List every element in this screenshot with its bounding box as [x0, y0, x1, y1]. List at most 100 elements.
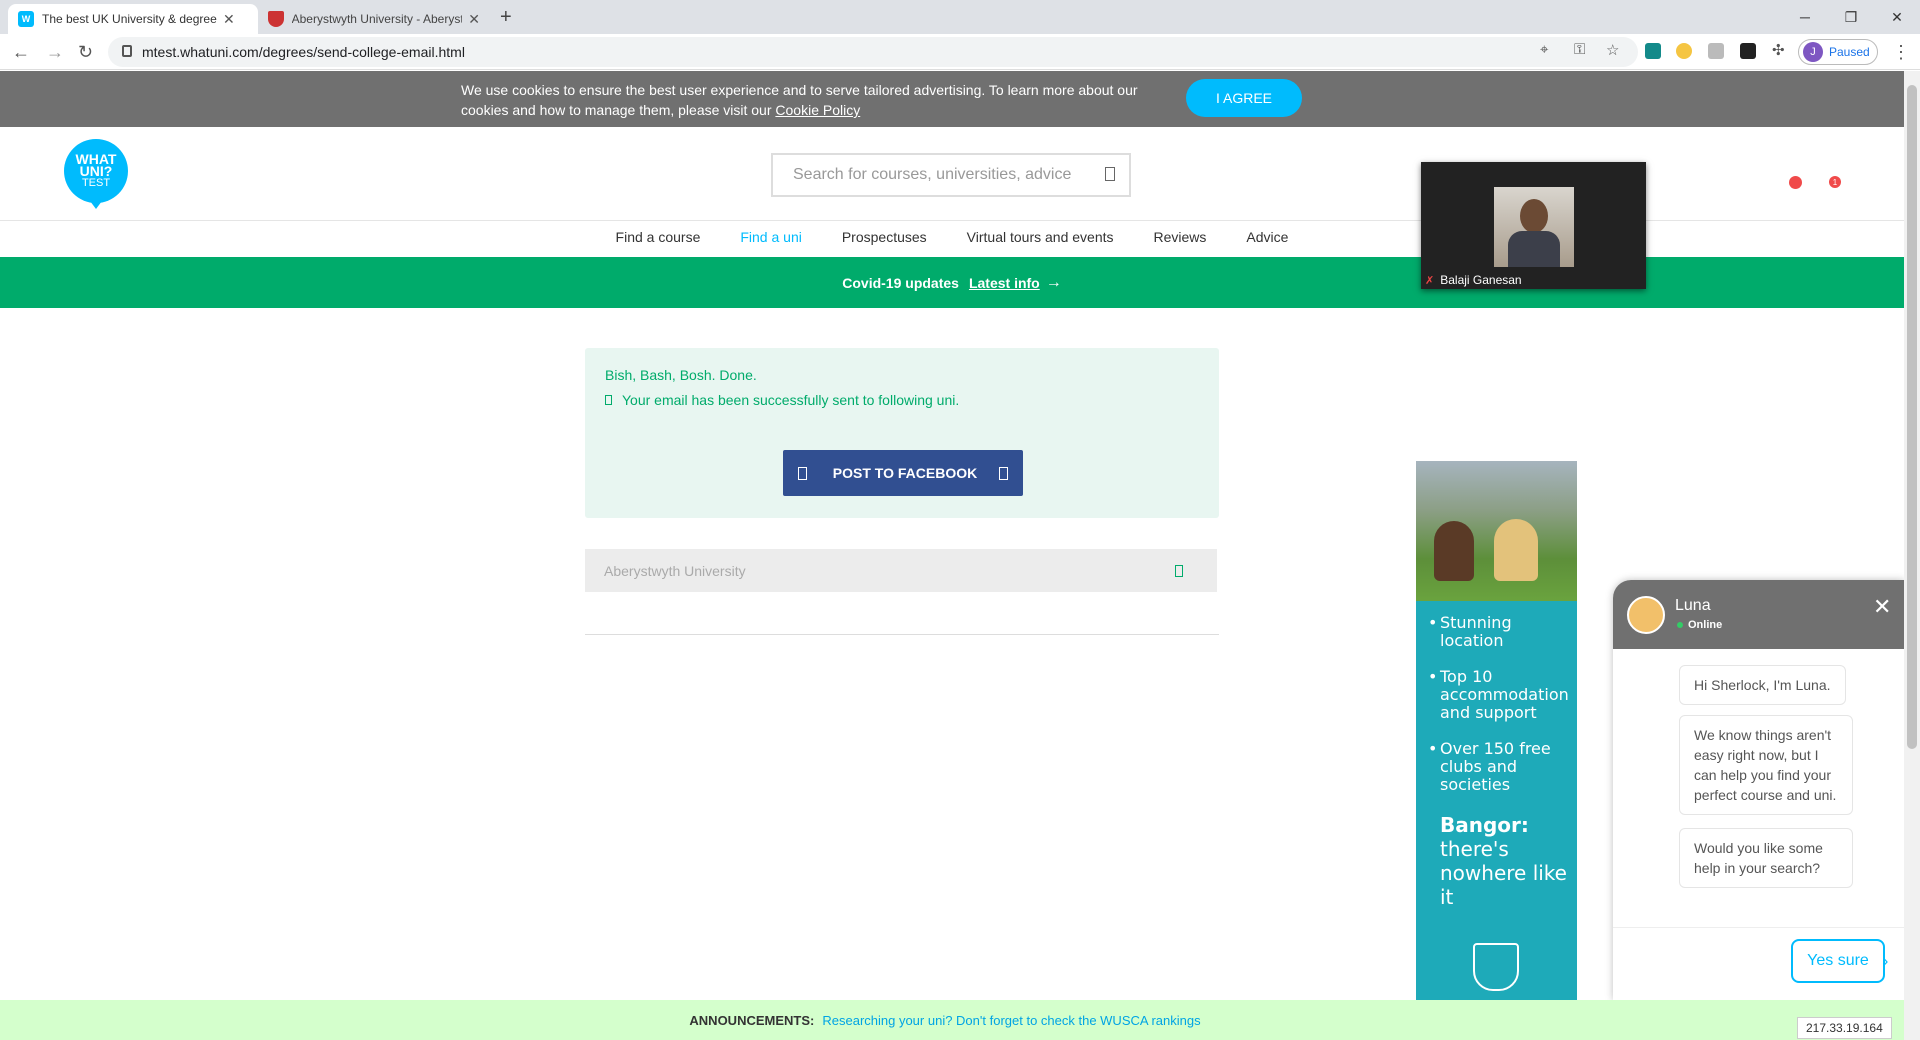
ad-tagline-bold: Bangor: [1440, 813, 1529, 837]
cookie-banner: We use cookies to ensure the best user e… [0, 71, 1904, 127]
success-message-text: Your email has been successfully sent to… [622, 392, 960, 408]
ad-bullet: Stunning location [1428, 614, 1577, 650]
uni-row-icon[interactable] [1175, 565, 1183, 577]
restore-icon[interactable]: ❐ [1828, 0, 1874, 34]
new-tab-icon[interactable]: + [500, 6, 512, 29]
announcement-bar: ANNOUNCEMENTS: Researching your uni? Don… [0, 1000, 1904, 1040]
chat-status-text: Online [1688, 619, 1723, 631]
nav-advice[interactable]: Advice [1236, 221, 1298, 259]
page-scrollbar[interactable] [1904, 71, 1920, 1040]
tab-title: Aberystwyth University - Aberyst [291, 12, 463, 26]
browser-tab-bar: W The best UK University & degree ✕ Aber… [0, 0, 1920, 34]
luna-avatar [1627, 596, 1665, 634]
chat-header: Luna Online ✕ [1613, 580, 1904, 649]
wusca-link[interactable]: Researching your uni? Don't forget to ch… [822, 1013, 1200, 1028]
browser-menu-icon[interactable]: ⋮ [1892, 42, 1910, 63]
close-tab-icon[interactable]: ✕ [468, 11, 480, 28]
tab-title: The best UK University & degree [42, 12, 217, 26]
extensions-puzzle-icon[interactable]: ✣ [1772, 41, 1785, 59]
logo-line: UNI? [79, 163, 113, 179]
chat-widget: Luna Online ✕ Hi Sherlock, I'm Luna. We … [1613, 580, 1904, 1000]
tab-aberystwyth[interactable]: Aberystwyth University - Aberyst ✕ [258, 4, 490, 34]
nav-prospectuses[interactable]: Prospectuses [832, 221, 937, 259]
agree-button[interactable]: I AGREE [1186, 79, 1302, 117]
chat-message: Hi Sherlock, I'm Luna. [1679, 665, 1846, 705]
facebook-label: POST TO FACEBOOK [832, 465, 978, 481]
extension-2-icon[interactable] [1676, 43, 1692, 59]
profile-status: Paused [1829, 45, 1870, 59]
ad-person [1494, 519, 1538, 581]
participant-body [1508, 231, 1560, 267]
uni-row[interactable]: Aberystwyth University [585, 549, 1217, 592]
location-icon[interactable]: ⌖ [1540, 41, 1548, 58]
video-call-overlay[interactable]: ✗ Balaji Ganesan [1421, 162, 1646, 289]
uni-name: Aberystwyth University [604, 562, 746, 579]
tab-whatuni[interactable]: W The best UK University & degree ✕ [8, 4, 258, 34]
participant-label: ✗ Balaji Ganesan [1425, 273, 1522, 287]
avatar: J [1803, 42, 1823, 62]
notification-badge[interactable]: 1 [1829, 176, 1841, 188]
success-panel: Bish, Bash, Bosh. Done. Your email has b… [585, 348, 1219, 518]
bookmark-star-icon[interactable]: ☆ [1606, 41, 1619, 59]
whatuni-favicon-icon: W [18, 11, 34, 27]
user-icon[interactable] [1789, 176, 1802, 189]
chat-status: Online [1677, 619, 1722, 631]
reload-icon[interactable]: ↻ [78, 42, 93, 63]
participant-name: Balaji Ganesan [1440, 273, 1522, 287]
ad-tagline-text: there's nowhere like it [1440, 837, 1567, 909]
minimize-icon[interactable]: ─ [1782, 0, 1828, 34]
share-icon [999, 466, 1009, 480]
ad-bullets: Stunning location Top 10 accommodation a… [1428, 614, 1577, 812]
crest-favicon-icon [268, 11, 284, 27]
search-icon[interactable] [1105, 167, 1115, 181]
check-icon [605, 395, 612, 405]
scrollbar-thumb[interactable] [1907, 85, 1917, 749]
extension-3-icon[interactable] [1708, 43, 1724, 59]
nav-find-a-uni[interactable]: Find a uni [730, 221, 812, 259]
muted-mic-icon: ✗ [1425, 274, 1435, 287]
ad-tagline: Bangor: there's nowhere like it [1440, 813, 1577, 909]
announcement-label: ANNOUNCEMENTS: [689, 1012, 815, 1028]
nav-find-a-course[interactable]: Find a course [606, 221, 711, 259]
yes-sure-button[interactable]: Yes sure [1791, 939, 1885, 983]
url-text: mtest.whatuni.com/degrees/send-college-e… [142, 44, 465, 60]
ip-badge: 217.33.19.164 [1797, 1017, 1892, 1039]
arrow-right-icon: → [1045, 273, 1062, 291]
page-viewport: We use cookies to ensure the best user e… [0, 71, 1904, 1040]
extension-4-icon[interactable] [1740, 43, 1756, 59]
chat-message: We know things aren't easy right now, bu… [1679, 715, 1853, 815]
chevron-right-icon: › [1883, 953, 1889, 970]
online-dot-icon [1677, 622, 1683, 628]
ad-photo [1416, 461, 1577, 601]
success-message: Your email has been successfully sent to… [605, 392, 959, 408]
profile-button[interactable]: J Paused [1798, 39, 1878, 65]
chat-agent-name: Luna [1675, 597, 1711, 614]
key-icon[interactable]: ⚿ [1574, 41, 1585, 58]
nav-virtual-tours[interactable]: Virtual tours and events [957, 221, 1124, 259]
whatuni-logo[interactable]: WHAT UNI? TEST [64, 139, 128, 209]
chat-message: Would you like some help in your search? [1679, 828, 1853, 888]
cookie-policy-link[interactable]: Cookie Policy [775, 102, 860, 118]
back-icon[interactable]: ← [12, 42, 30, 63]
extension-1-icon[interactable] [1645, 43, 1661, 59]
covid-label: Covid-19 updates [842, 274, 959, 291]
logo-line: TEST [81, 177, 111, 189]
forward-icon[interactable]: → [46, 42, 64, 63]
close-icon[interactable]: ✕ [1873, 594, 1891, 620]
close-window-icon[interactable]: ✕ [1874, 0, 1920, 34]
bangor-crest-icon [1473, 943, 1519, 991]
participant-video [1494, 187, 1574, 267]
close-tab-icon[interactable]: ✕ [223, 11, 235, 28]
address-bar[interactable]: mtest.whatuni.com/degrees/send-college-e… [108, 37, 1638, 67]
post-to-facebook-button[interactable]: POST TO FACEBOOK [783, 450, 1023, 496]
nav-reviews[interactable]: Reviews [1144, 221, 1217, 259]
ad-person [1434, 521, 1474, 581]
participant-head [1520, 199, 1548, 233]
latest-info-link[interactable]: Latest info [969, 275, 1040, 291]
facebook-icon [797, 466, 807, 480]
success-heading: Bish, Bash, Bosh. Done. [605, 367, 757, 383]
window-controls: ─ ❐ ✕ [1782, 0, 1920, 34]
browser-toolbar: ← → ↻ mtest.whatuni.com/degrees/send-col… [0, 34, 1920, 70]
bangor-advert[interactable]: Stunning location Top 10 accommodation a… [1416, 461, 1577, 1000]
search-input[interactable]: Search for courses, universities, advice [771, 153, 1131, 197]
